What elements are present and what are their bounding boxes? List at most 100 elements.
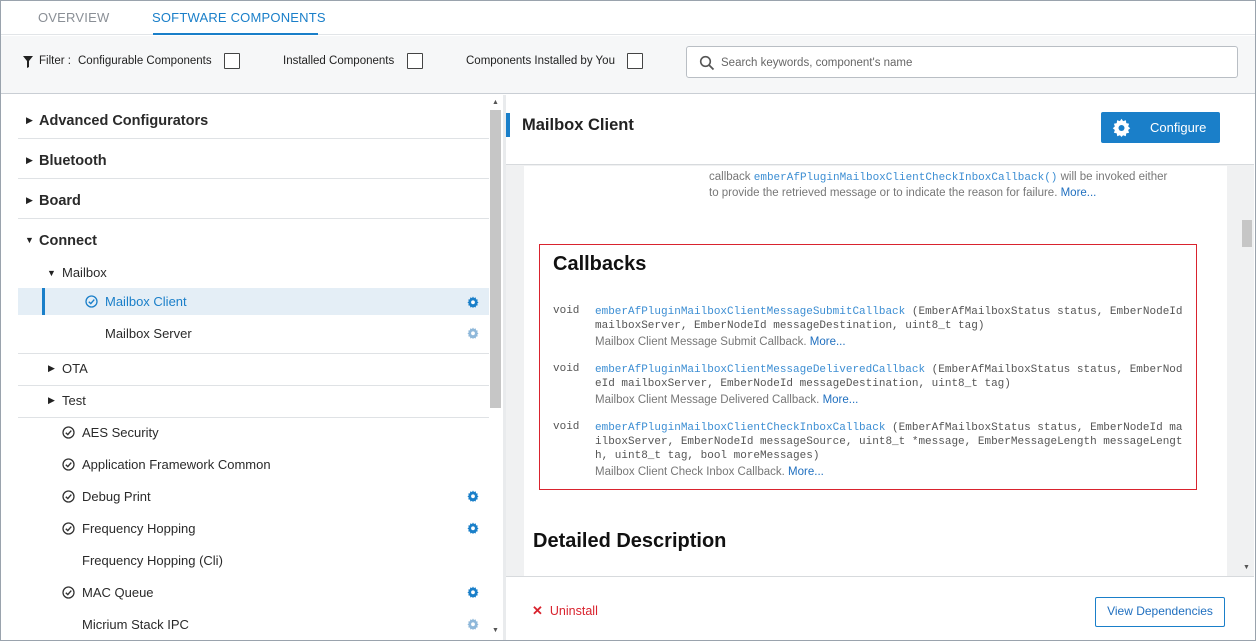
tree-category-board[interactable]: ▶ Board — [18, 179, 490, 219]
close-icon: ✕ — [532, 603, 543, 618]
tree-item-label: Frequency Hopping — [82, 521, 196, 536]
scroll-down-icon[interactable]: ▼ — [492, 627, 499, 634]
detailed-description-heading: Detailed Description — [533, 530, 727, 552]
active-tab-indicator — [153, 33, 318, 35]
tree-item-application-framework-common[interactable]: Application Framework Common — [18, 448, 490, 480]
caret-down-icon: ▼ — [47, 268, 56, 278]
documentation-content: callback emberAfPluginMailboxClientCheck… — [524, 166, 1227, 576]
scroll-down-icon[interactable]: ▼ — [1243, 564, 1250, 571]
detail-footer: ✕ Uninstall View Dependencies — [506, 576, 1254, 640]
return-type: void — [553, 421, 580, 433]
components-installed-by-you-checkbox[interactable] — [627, 53, 643, 69]
uninstall-button[interactable]: ✕ Uninstall — [532, 603, 598, 619]
tree-category-bluetooth[interactable]: ▶ Bluetooth — [18, 139, 490, 179]
tree-group-label: Mailbox — [62, 265, 107, 280]
gear-icon[interactable] — [467, 618, 479, 630]
callback-function-link[interactable]: emberAfPluginMailboxClientMessageDeliver… — [595, 364, 925, 376]
tree-group-test[interactable]: ▶ Test — [18, 384, 490, 416]
gear-icon[interactable] — [467, 490, 479, 502]
tree-category-label: Board — [39, 193, 81, 209]
callback-description: Mailbox Client Message Delivered Callbac… — [595, 394, 858, 406]
tree-item-frequency-hopping-cli[interactable]: Frequency Hopping (Cli) — [18, 544, 490, 576]
detail-header: Mailbox Client Configure — [506, 95, 1254, 165]
tree-scrollbar[interactable]: ▲ ▼ — [489, 95, 503, 640]
scrollbar-thumb[interactable] — [1242, 220, 1252, 247]
scrollbar-thumb[interactable] — [490, 110, 501, 408]
caret-right-icon: ▶ — [26, 155, 33, 165]
callback-link[interactable]: emberAfPluginMailboxClientCheckInboxCall… — [754, 172, 1058, 184]
tree-group-ota[interactable]: ▶ OTA — [18, 352, 490, 384]
return-type: void — [553, 305, 580, 317]
more-link[interactable]: More... — [788, 466, 824, 478]
search-box — [686, 46, 1238, 78]
tab-overview[interactable]: OVERVIEW — [38, 10, 109, 25]
more-link[interactable]: More... — [810, 336, 846, 348]
component-tree: ▶ Advanced Configurators ▶ Bluetooth ▶ B… — [1, 95, 503, 640]
tree-item-label: Debug Print — [82, 489, 151, 504]
partial-description: callback emberAfPluginMailboxClientCheck… — [709, 170, 1179, 201]
tab-software-components[interactable]: SOFTWARE COMPONENTS — [152, 10, 326, 25]
return-type: void — [553, 363, 580, 375]
caret-down-icon: ▼ — [25, 235, 34, 245]
configurable-components-checkbox[interactable] — [224, 53, 240, 69]
callback-desc-text: Mailbox Client Message Delivered Callbac… — [595, 394, 820, 406]
tree-item-mailbox-server[interactable]: Mailbox Server — [18, 317, 490, 349]
gear-icon[interactable] — [467, 296, 479, 308]
callbacks-section: Callbacks void emberAfPluginMailboxClien… — [539, 244, 1197, 490]
tree-group-mailbox[interactable]: ▼ Mailbox — [18, 256, 490, 288]
configurable-components-label: Configurable Components — [78, 55, 212, 67]
tree-item-label: Mailbox Client — [105, 294, 187, 309]
detail-scrollbar[interactable]: ▼ — [1240, 166, 1254, 576]
view-dependencies-button[interactable]: View Dependencies — [1095, 597, 1225, 627]
tree-item-aes-security[interactable]: AES Security — [18, 416, 490, 448]
tab-bar: OVERVIEW SOFTWARE COMPONENTS — [1, 1, 1255, 35]
gear-icon[interactable] — [467, 522, 479, 534]
tree-group-label: Test — [62, 393, 86, 408]
installed-check-icon — [62, 490, 75, 503]
caret-right-icon: ▶ — [48, 363, 55, 373]
tree-category-label: Bluetooth — [39, 153, 107, 169]
installed-check-icon — [85, 295, 98, 308]
desc-prefix: callback — [709, 171, 754, 183]
callback-description: Mailbox Client Message Submit Callback. … — [595, 336, 846, 348]
configure-label: Configure — [1150, 120, 1207, 135]
tree-item-mailbox-client[interactable]: Mailbox Client — [18, 288, 490, 315]
tree-item-micrium-stack-ipc[interactable]: Micrium Stack IPC — [18, 608, 490, 640]
callback-signature: emberAfPluginMailboxClientMessageSubmitC… — [595, 305, 1185, 333]
installed-check-icon — [62, 458, 75, 471]
tree-item-label: Frequency Hopping (Cli) — [82, 553, 223, 568]
tree-item-label: Application Framework Common — [82, 457, 271, 472]
more-link[interactable]: More... — [1061, 187, 1097, 199]
more-link[interactable]: More... — [823, 394, 859, 406]
installed-components-checkbox[interactable] — [407, 53, 423, 69]
callback-function-link[interactable]: emberAfPluginMailboxClientMessageSubmitC… — [595, 306, 905, 318]
tree-category-label: Connect — [39, 233, 97, 249]
installed-check-icon — [62, 586, 75, 599]
scroll-up-icon[interactable]: ▲ — [492, 99, 499, 106]
gear-icon[interactable] — [467, 586, 479, 598]
uninstall-label: Uninstall — [549, 604, 598, 618]
filter-label: Filter : — [39, 55, 71, 67]
title-accent-bar — [506, 113, 510, 137]
tree-category-connect[interactable]: ▼ Connect — [18, 219, 490, 259]
tree-item-label: MAC Queue — [82, 585, 154, 600]
tree-item-frequency-hopping[interactable]: Frequency Hopping — [18, 512, 490, 544]
components-installed-by-you-label: Components Installed by You — [466, 55, 615, 67]
callback-function-link[interactable]: emberAfPluginMailboxClientCheckInboxCall… — [595, 422, 885, 434]
installed-check-icon — [62, 426, 75, 439]
tree-category-label: Advanced Configurators — [39, 113, 209, 129]
tree-item-label: Micrium Stack IPC — [82, 617, 189, 632]
detail-title: Mailbox Client — [522, 116, 634, 134]
gear-icon[interactable] — [467, 327, 479, 339]
tree-item-mac-queue[interactable]: MAC Queue — [18, 576, 490, 608]
callback-description: Mailbox Client Check Inbox Callback. Mor… — [595, 466, 824, 478]
caret-right-icon: ▶ — [48, 395, 55, 405]
callback-desc-text: Mailbox Client Message Submit Callback. — [595, 336, 807, 348]
configure-button[interactable]: Configure — [1101, 112, 1220, 143]
tree-group-label: OTA — [62, 361, 88, 376]
caret-right-icon: ▶ — [26, 195, 33, 205]
search-input[interactable] — [721, 53, 1221, 73]
tree-category-advanced-configurators[interactable]: ▶ Advanced Configurators — [18, 99, 490, 139]
tree-item-label: Mailbox Server — [105, 326, 192, 341]
tree-item-debug-print[interactable]: Debug Print — [18, 480, 490, 512]
